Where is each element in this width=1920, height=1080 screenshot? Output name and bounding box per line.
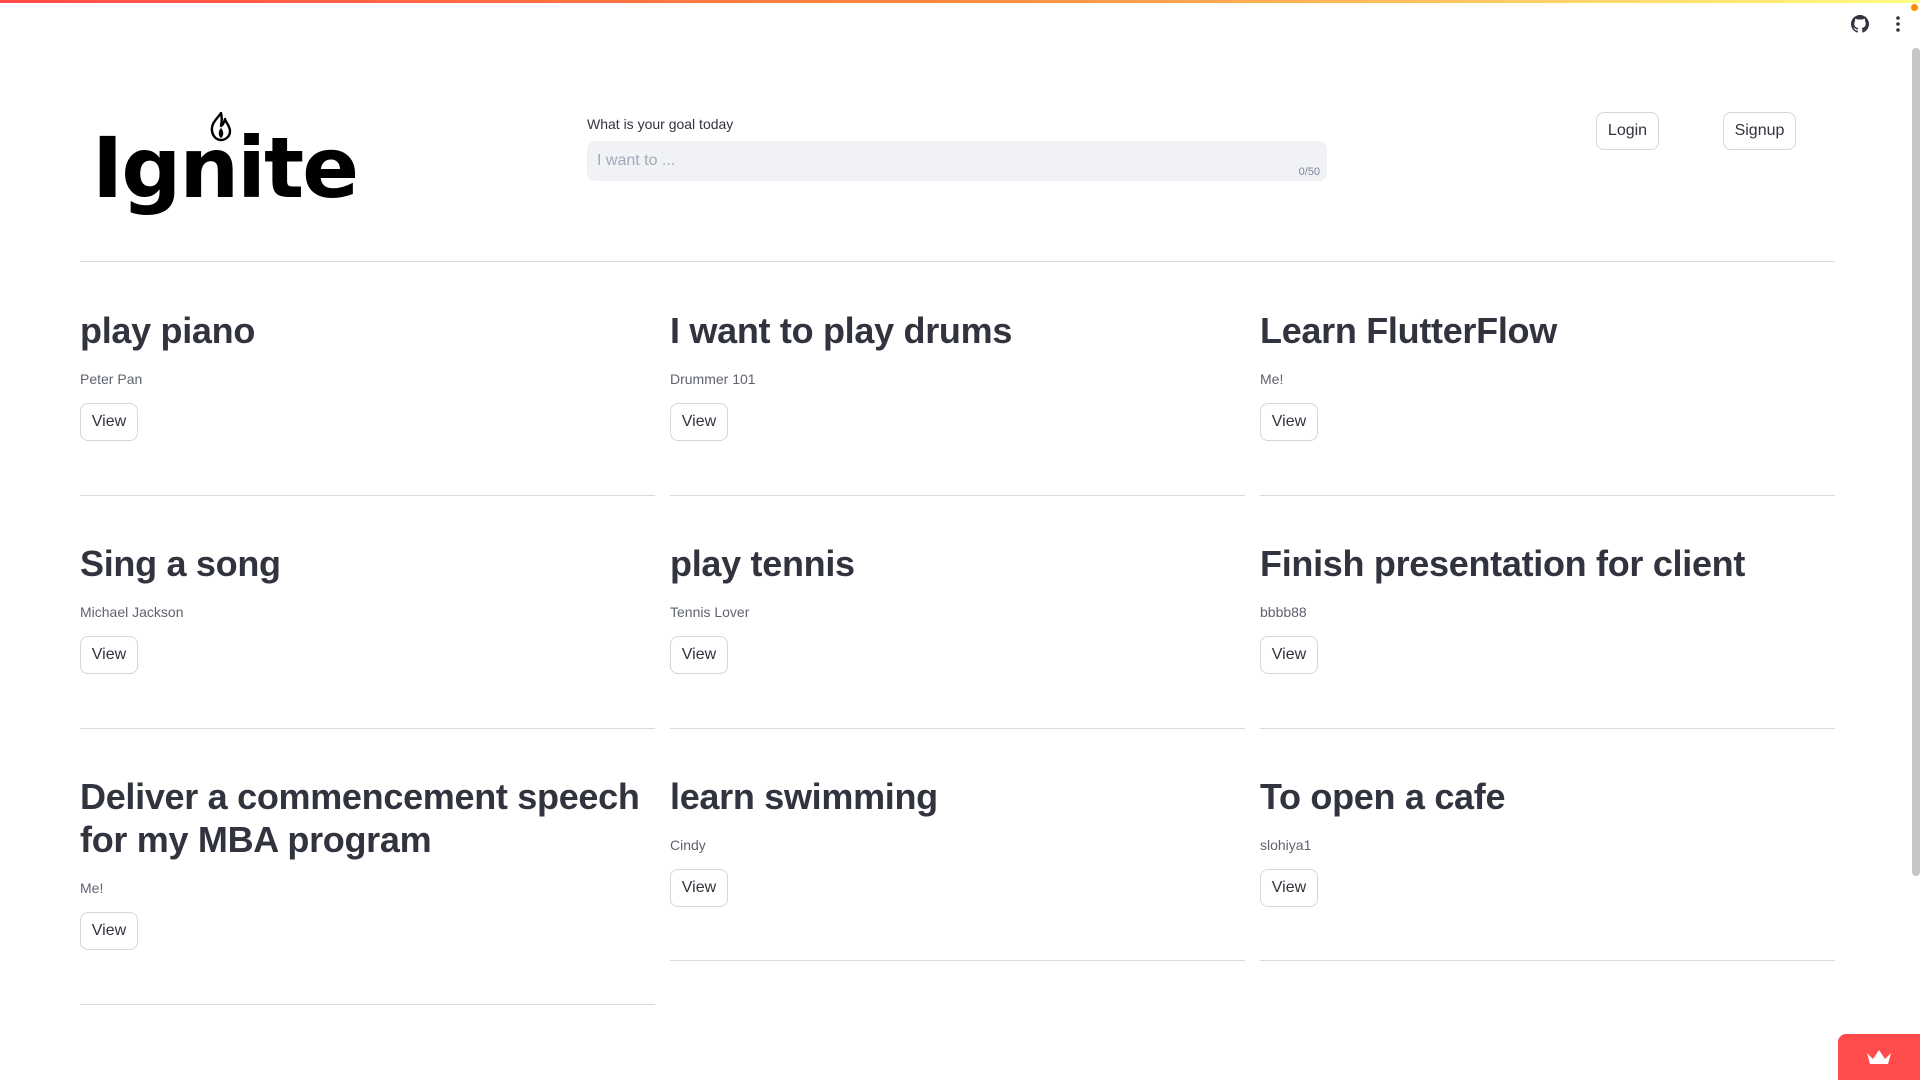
app-logo: Ignite: [92, 112, 359, 222]
flame-icon: [210, 112, 232, 142]
signup-button[interactable]: Signup: [1723, 112, 1796, 150]
goal-card-divider: [670, 495, 1245, 496]
goal-card-divider: [670, 728, 1245, 729]
goal-card-title: I want to play drums: [670, 310, 1013, 351]
goal-card-title: To open a cafe: [1260, 776, 1506, 817]
goal-input[interactable]: [587, 141, 1327, 181]
view-goal-button[interactable]: View: [80, 636, 138, 674]
goal-card-title: learn swimming: [670, 776, 938, 817]
login-button[interactable]: Login: [1596, 112, 1659, 150]
goal-card-author: Drummer 101: [670, 371, 756, 387]
scrollbar-thumb[interactable]: [1912, 48, 1920, 876]
goal-input-container: 0/50: [587, 141, 1327, 181]
status-indicator-dot: [1911, 4, 1918, 11]
view-goal-button[interactable]: View: [670, 403, 728, 441]
goal-card-author: Me!: [1260, 371, 1284, 387]
goal-card-divider: [80, 495, 655, 496]
view-goal-button[interactable]: View: [80, 912, 138, 950]
goal-search-section: What is your goal today 0/50: [587, 116, 1327, 181]
view-goal-button[interactable]: View: [1260, 636, 1318, 674]
goal-card: Sing a song Michael Jackson View: [80, 542, 655, 674]
goal-card-title: play tennis: [670, 543, 855, 584]
goal-card-divider: [670, 960, 1245, 961]
view-goal-button[interactable]: View: [670, 869, 728, 907]
goal-card-divider: [1260, 728, 1835, 729]
header-divider: [80, 261, 1835, 262]
goal-card: To open a cafe slohiya1 View: [1260, 775, 1835, 907]
goal-card-divider: [80, 728, 655, 729]
goal-card-divider: [1260, 960, 1835, 961]
goal-card: Deliver a commencement speech for my MBA…: [80, 775, 655, 950]
goal-char-counter: 0/50: [1298, 166, 1320, 178]
goal-card-title: play piano: [80, 310, 256, 351]
goal-card: I want to play drums Drummer 101 View: [670, 309, 1245, 441]
view-goal-button[interactable]: View: [80, 403, 138, 441]
goal-card-author: Me!: [80, 880, 104, 896]
goal-card-author: Michael Jackson: [80, 604, 184, 620]
hosted-badge[interactable]: [1838, 1034, 1920, 1080]
view-goal-button[interactable]: View: [1260, 869, 1318, 907]
github-icon[interactable]: [1850, 14, 1870, 34]
crown-icon: [1867, 1050, 1891, 1064]
goal-card: play tennis Tennis Lover View: [670, 542, 1245, 674]
goal-card-title: Finish presentation for client: [1260, 543, 1746, 584]
goal-input-label: What is your goal today: [587, 116, 734, 132]
goal-card-author: Cindy: [670, 837, 706, 853]
goal-card-title: Deliver a commencement speech for my MBA…: [80, 776, 640, 860]
goal-card-author: Peter Pan: [80, 371, 143, 387]
view-goal-button[interactable]: View: [670, 636, 728, 674]
goal-card: Finish presentation for client bbbb88 Vi…: [1260, 542, 1835, 674]
goal-card-title: Sing a song: [80, 543, 281, 584]
app-toolbar: [1850, 14, 1908, 34]
goal-card-divider: [80, 1004, 655, 1005]
goal-card-title: Learn FlutterFlow: [1260, 310, 1557, 351]
more-vertical-icon[interactable]: [1888, 14, 1908, 34]
goal-card-author: bbbb88: [1260, 604, 1307, 620]
goal-card-author: slohiya1: [1260, 837, 1312, 853]
view-goal-button[interactable]: View: [1260, 403, 1318, 441]
goal-card-divider: [1260, 495, 1835, 496]
top-decoration-bar: [0, 0, 1920, 3]
goal-card: Learn FlutterFlow Me! View: [1260, 309, 1835, 441]
goal-card: learn swimming Cindy View: [670, 775, 1245, 907]
goal-card: play piano Peter Pan View: [80, 309, 655, 441]
goal-card-author: Tennis Lover: [670, 604, 750, 620]
